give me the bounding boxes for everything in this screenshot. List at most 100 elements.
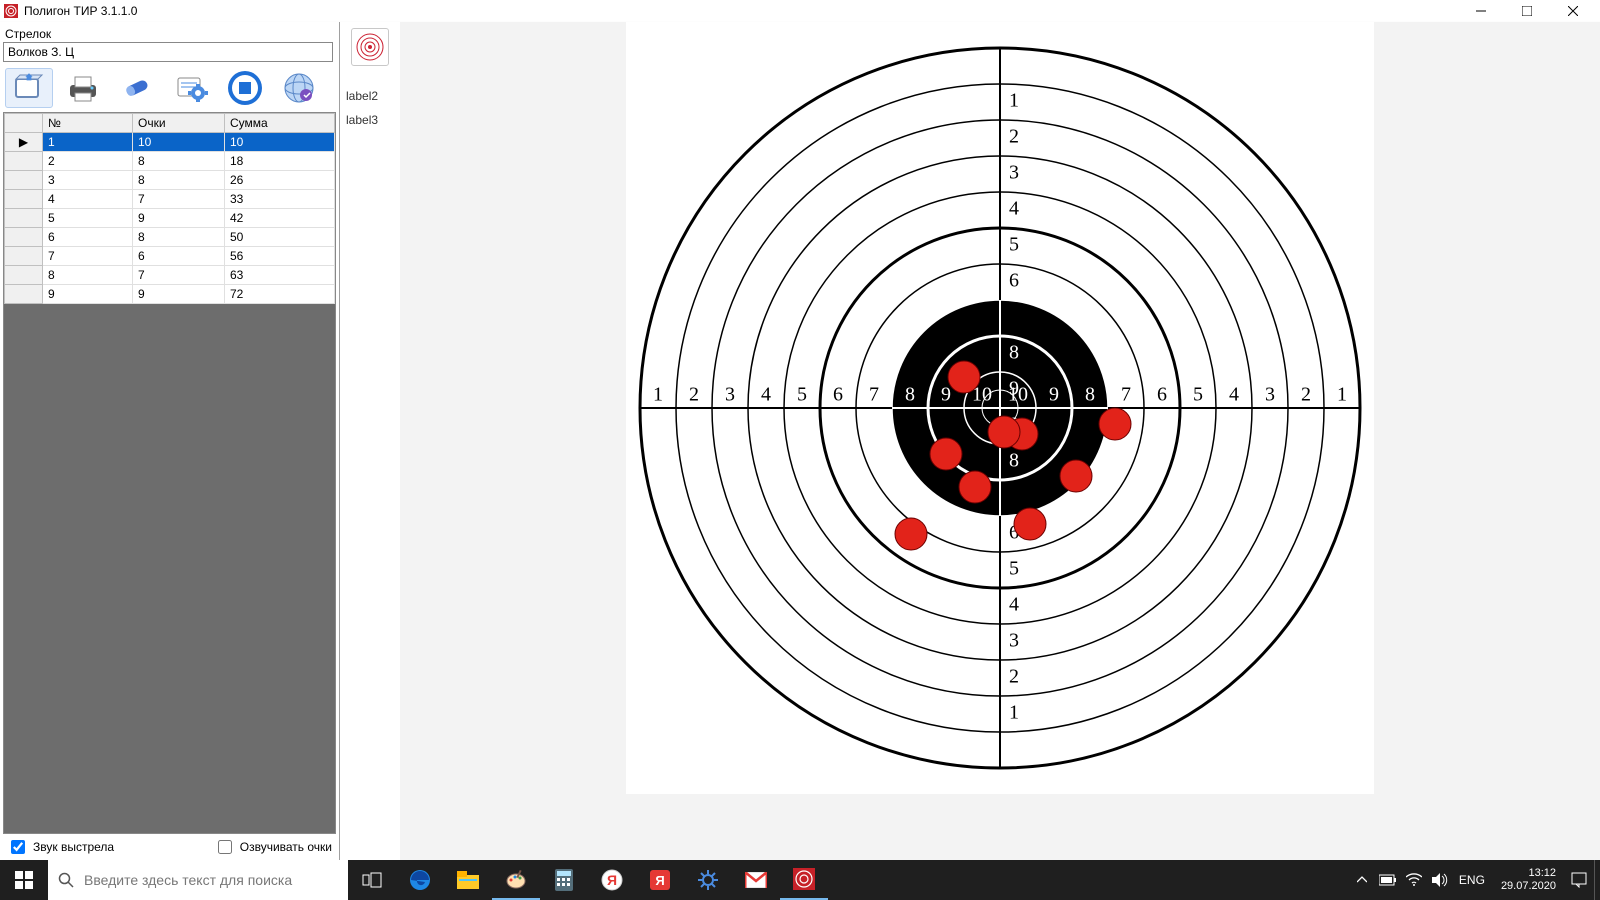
app-icon — [4, 4, 18, 18]
taskbar-search[interactable]: Введите здесь текст для поиска — [48, 860, 348, 900]
table-row[interactable]: 3826 — [5, 171, 335, 190]
yandex-icon[interactable]: Я — [636, 860, 684, 900]
side-column: label2 label3 — [340, 22, 400, 860]
search-icon — [58, 872, 74, 888]
options-row: Звук выстрела Озвучивать очки — [3, 834, 336, 860]
calculator-icon[interactable] — [540, 860, 588, 900]
svg-text:10: 10 — [1008, 384, 1028, 406]
new-session-button[interactable] — [5, 68, 53, 108]
table-row[interactable]: ▶11010 — [5, 133, 335, 152]
sound-shot-label: Звук выстрела — [33, 840, 114, 854]
clock-time: 13:12 — [1501, 867, 1556, 880]
svg-text:4: 4 — [1009, 594, 1019, 616]
col-points[interactable]: Очки — [133, 114, 225, 133]
svg-text:3: 3 — [1009, 630, 1019, 652]
svg-text:8: 8 — [1009, 342, 1019, 364]
svg-text:5: 5 — [1009, 558, 1019, 580]
svg-text:2: 2 — [689, 384, 699, 406]
settings-gear-icon[interactable] — [684, 860, 732, 900]
volume-icon[interactable] — [1429, 860, 1451, 900]
left-panel: Стрелок — [0, 22, 340, 860]
svg-text:3: 3 — [725, 384, 735, 406]
svg-text:2: 2 — [1009, 126, 1019, 148]
table-row[interactable]: 8763 — [5, 266, 335, 285]
svg-text:5: 5 — [1193, 384, 1203, 406]
erase-button[interactable] — [113, 68, 161, 108]
svg-text:2: 2 — [1009, 666, 1019, 688]
table-row[interactable]: 6850 — [5, 228, 335, 247]
svg-text:4: 4 — [1229, 384, 1239, 406]
svg-text:6: 6 — [1157, 384, 1167, 406]
gmail-icon[interactable] — [732, 860, 780, 900]
stop-button[interactable] — [221, 68, 269, 108]
edge-icon[interactable] — [396, 860, 444, 900]
svg-text:4: 4 — [1009, 198, 1019, 220]
speak-points-checkbox[interactable]: Озвучивать очки — [214, 837, 332, 857]
svg-text:7: 7 — [869, 384, 879, 406]
yandex-browser-icon[interactable]: Я — [588, 860, 636, 900]
minimize-button[interactable] — [1458, 0, 1504, 22]
explorer-icon[interactable] — [444, 860, 492, 900]
show-desktop[interactable] — [1594, 860, 1600, 900]
svg-text:4: 4 — [761, 384, 771, 406]
svg-text:7: 7 — [1009, 306, 1019, 328]
svg-text:8: 8 — [905, 384, 915, 406]
shooter-input[interactable] — [3, 42, 333, 62]
svg-text:6: 6 — [1009, 270, 1019, 292]
tray-up-icon[interactable] — [1351, 860, 1373, 900]
wifi-icon[interactable] — [1403, 860, 1425, 900]
label2: label2 — [342, 89, 378, 103]
notifications-icon[interactable] — [1568, 860, 1590, 900]
table-row[interactable]: 5942 — [5, 209, 335, 228]
svg-text:9: 9 — [941, 384, 951, 406]
toolbar — [3, 62, 336, 112]
maximize-button[interactable] — [1504, 0, 1550, 22]
language-indicator[interactable]: ENG — [1455, 860, 1489, 900]
svg-text:3: 3 — [1009, 162, 1019, 184]
shooter-label: Стрелок — [5, 27, 334, 41]
print-button[interactable] — [59, 68, 107, 108]
app-title: Полигон ТИР 3.1.1.0 — [24, 4, 1458, 18]
speak-points-label: Озвучивать очки — [240, 840, 332, 854]
svg-text:6: 6 — [833, 384, 843, 406]
svg-text:3: 3 — [1265, 384, 1275, 406]
target-display[interactable]: 1234567899876543211098765432110987654321 — [626, 22, 1374, 794]
polygon-app-icon[interactable] — [780, 860, 828, 900]
col-marker[interactable] — [5, 114, 43, 133]
target-type-button[interactable] — [351, 28, 389, 66]
settings-button[interactable] — [167, 68, 215, 108]
taskbar-clock[interactable]: 13:12 29.07.2020 — [1493, 867, 1564, 893]
svg-text:8: 8 — [1009, 450, 1019, 472]
svg-text:1: 1 — [1009, 702, 1019, 724]
svg-text:1: 1 — [1337, 384, 1347, 406]
svg-text:Я: Я — [607, 872, 617, 888]
svg-text:1: 1 — [1009, 90, 1019, 112]
sound-shot-checkbox[interactable]: Звук выстрела — [7, 837, 114, 857]
battery-icon[interactable] — [1377, 860, 1399, 900]
canvas-area: 1234567899876543211098765432110987654321 — [400, 22, 1600, 860]
svg-text:8: 8 — [1085, 384, 1095, 406]
col-n[interactable]: № — [43, 114, 133, 133]
title-bar: Полигон ТИР 3.1.1.0 — [0, 0, 1600, 22]
taskbar: Введите здесь текст для поиска Я Я ENG 1… — [0, 860, 1600, 900]
start-button[interactable] — [0, 860, 48, 900]
label3: label3 — [342, 113, 378, 127]
svg-text:7: 7 — [1009, 486, 1019, 508]
svg-text:5: 5 — [1009, 234, 1019, 256]
paint-icon[interactable] — [492, 860, 540, 900]
shots-grid[interactable]: № Очки Сумма ▶11010281838264733594268507… — [3, 112, 336, 834]
clock-date: 29.07.2020 — [1501, 880, 1556, 893]
col-sum[interactable]: Сумма — [225, 114, 335, 133]
search-placeholder: Введите здесь текст для поиска — [84, 872, 292, 888]
close-button[interactable] — [1550, 0, 1596, 22]
table-row[interactable]: 4733 — [5, 190, 335, 209]
globe-button[interactable] — [275, 68, 323, 108]
svg-text:1: 1 — [653, 384, 663, 406]
table-row[interactable]: 9972 — [5, 285, 335, 304]
taskview-icon[interactable] — [348, 860, 396, 900]
svg-text:9: 9 — [1049, 384, 1059, 406]
table-row[interactable]: 7656 — [5, 247, 335, 266]
svg-text:5: 5 — [797, 384, 807, 406]
table-row[interactable]: 2818 — [5, 152, 335, 171]
svg-text:2: 2 — [1301, 384, 1311, 406]
